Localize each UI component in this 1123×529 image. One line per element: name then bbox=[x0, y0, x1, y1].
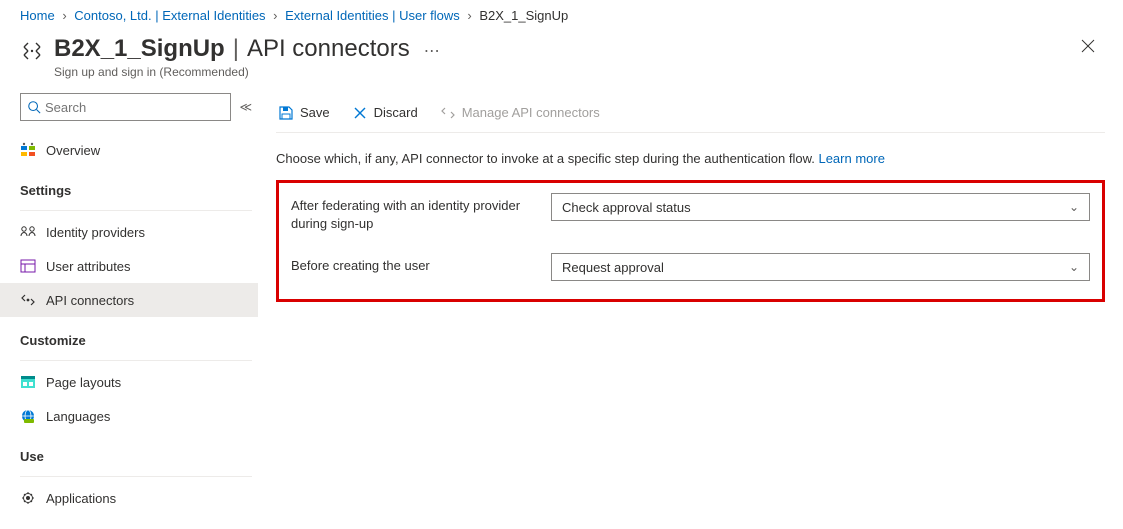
search-icon bbox=[27, 100, 41, 114]
sidebar-item-languages[interactable]: Languages bbox=[0, 399, 258, 433]
after-federating-select[interactable]: Check approval status ⌄ bbox=[551, 193, 1090, 221]
overview-icon bbox=[20, 142, 36, 158]
more-icon[interactable]: ⋯ bbox=[424, 41, 441, 61]
sidebar-group-customize: Customize bbox=[20, 317, 258, 356]
sidebar-item-page-layouts[interactable]: Page layouts bbox=[0, 365, 258, 399]
breadcrumb-link[interactable]: Contoso, Ltd. | External Identities bbox=[74, 8, 265, 23]
main-content: Save Discard Manage API connectors Choos… bbox=[258, 93, 1123, 515]
user-attributes-icon bbox=[20, 258, 36, 274]
sidebar-item-label: User attributes bbox=[46, 259, 131, 274]
form-row-before-creating: Before creating the user Request approva… bbox=[291, 253, 1090, 281]
flow-icon bbox=[20, 39, 44, 63]
discard-button[interactable]: Discard bbox=[350, 101, 420, 125]
sidebar-item-label: API connectors bbox=[46, 293, 134, 308]
identity-providers-icon bbox=[20, 224, 36, 240]
form-label: After federating with an identity provid… bbox=[291, 193, 551, 233]
sidebar-item-user-attributes[interactable]: User attributes bbox=[0, 249, 258, 283]
page-header: B2X_1_SignUp | API connectors ⋯ Sign up … bbox=[0, 29, 1123, 93]
sidebar-item-label: Languages bbox=[46, 409, 110, 424]
sidebar-group-use: Use bbox=[20, 433, 258, 472]
sidebar-item-label: Identity providers bbox=[46, 225, 145, 240]
sidebar-item-label: Page layouts bbox=[46, 375, 121, 390]
sidebar-item-label: Overview bbox=[46, 143, 100, 158]
page-title: B2X_1_SignUp bbox=[54, 35, 225, 63]
select-value: Check approval status bbox=[562, 200, 691, 215]
page-layouts-icon bbox=[20, 374, 36, 390]
highlighted-form-region: After federating with an identity provid… bbox=[276, 180, 1105, 302]
sidebar: ≪ Overview Settings Identity providers U… bbox=[0, 93, 258, 515]
toolbar: Save Discard Manage API connectors bbox=[276, 93, 1105, 133]
collapse-sidebar-button[interactable]: ≪ bbox=[239, 100, 252, 114]
intro-text: Choose which, if any, API connector to i… bbox=[276, 133, 1105, 180]
api-connectors-icon bbox=[20, 292, 36, 308]
close-button[interactable] bbox=[1073, 35, 1103, 62]
sidebar-item-overview[interactable]: Overview bbox=[0, 133, 258, 167]
select-value: Request approval bbox=[562, 260, 664, 275]
languages-icon bbox=[20, 408, 36, 424]
breadcrumb: Home › Contoso, Ltd. | External Identiti… bbox=[0, 0, 1123, 29]
save-icon bbox=[278, 105, 294, 121]
form-label: Before creating the user bbox=[291, 253, 551, 275]
sidebar-group-settings: Settings bbox=[20, 167, 258, 206]
chevron-right-icon: › bbox=[273, 8, 277, 23]
learn-more-link[interactable]: Learn more bbox=[818, 151, 884, 166]
breadcrumb-link[interactable]: External Identities | User flows bbox=[285, 8, 460, 23]
search-field[interactable] bbox=[45, 100, 224, 115]
page-subtitle: Sign up and sign in (Recommended) bbox=[54, 65, 1073, 79]
manage-api-connectors-button: Manage API connectors bbox=[438, 101, 602, 125]
before-creating-select[interactable]: Request approval ⌄ bbox=[551, 253, 1090, 281]
chevron-right-icon: › bbox=[467, 8, 471, 23]
page-title-section: API connectors bbox=[247, 35, 410, 63]
sidebar-item-applications[interactable]: Applications bbox=[0, 481, 258, 515]
chevron-right-icon: › bbox=[62, 8, 66, 23]
sidebar-item-identity-providers[interactable]: Identity providers bbox=[0, 215, 258, 249]
sidebar-item-label: Applications bbox=[46, 491, 116, 506]
applications-icon bbox=[20, 490, 36, 506]
chevron-down-icon: ⌄ bbox=[1069, 260, 1079, 274]
save-button[interactable]: Save bbox=[276, 101, 332, 125]
sidebar-item-api-connectors[interactable]: API connectors bbox=[0, 283, 258, 317]
manage-icon bbox=[440, 105, 456, 121]
breadcrumb-link[interactable]: Home bbox=[20, 8, 55, 23]
discard-icon bbox=[352, 105, 368, 121]
chevron-down-icon: ⌄ bbox=[1069, 200, 1079, 214]
form-row-after-federating: After federating with an identity provid… bbox=[291, 193, 1090, 233]
breadcrumb-current: B2X_1_SignUp bbox=[479, 8, 568, 23]
search-input[interactable] bbox=[20, 93, 231, 121]
